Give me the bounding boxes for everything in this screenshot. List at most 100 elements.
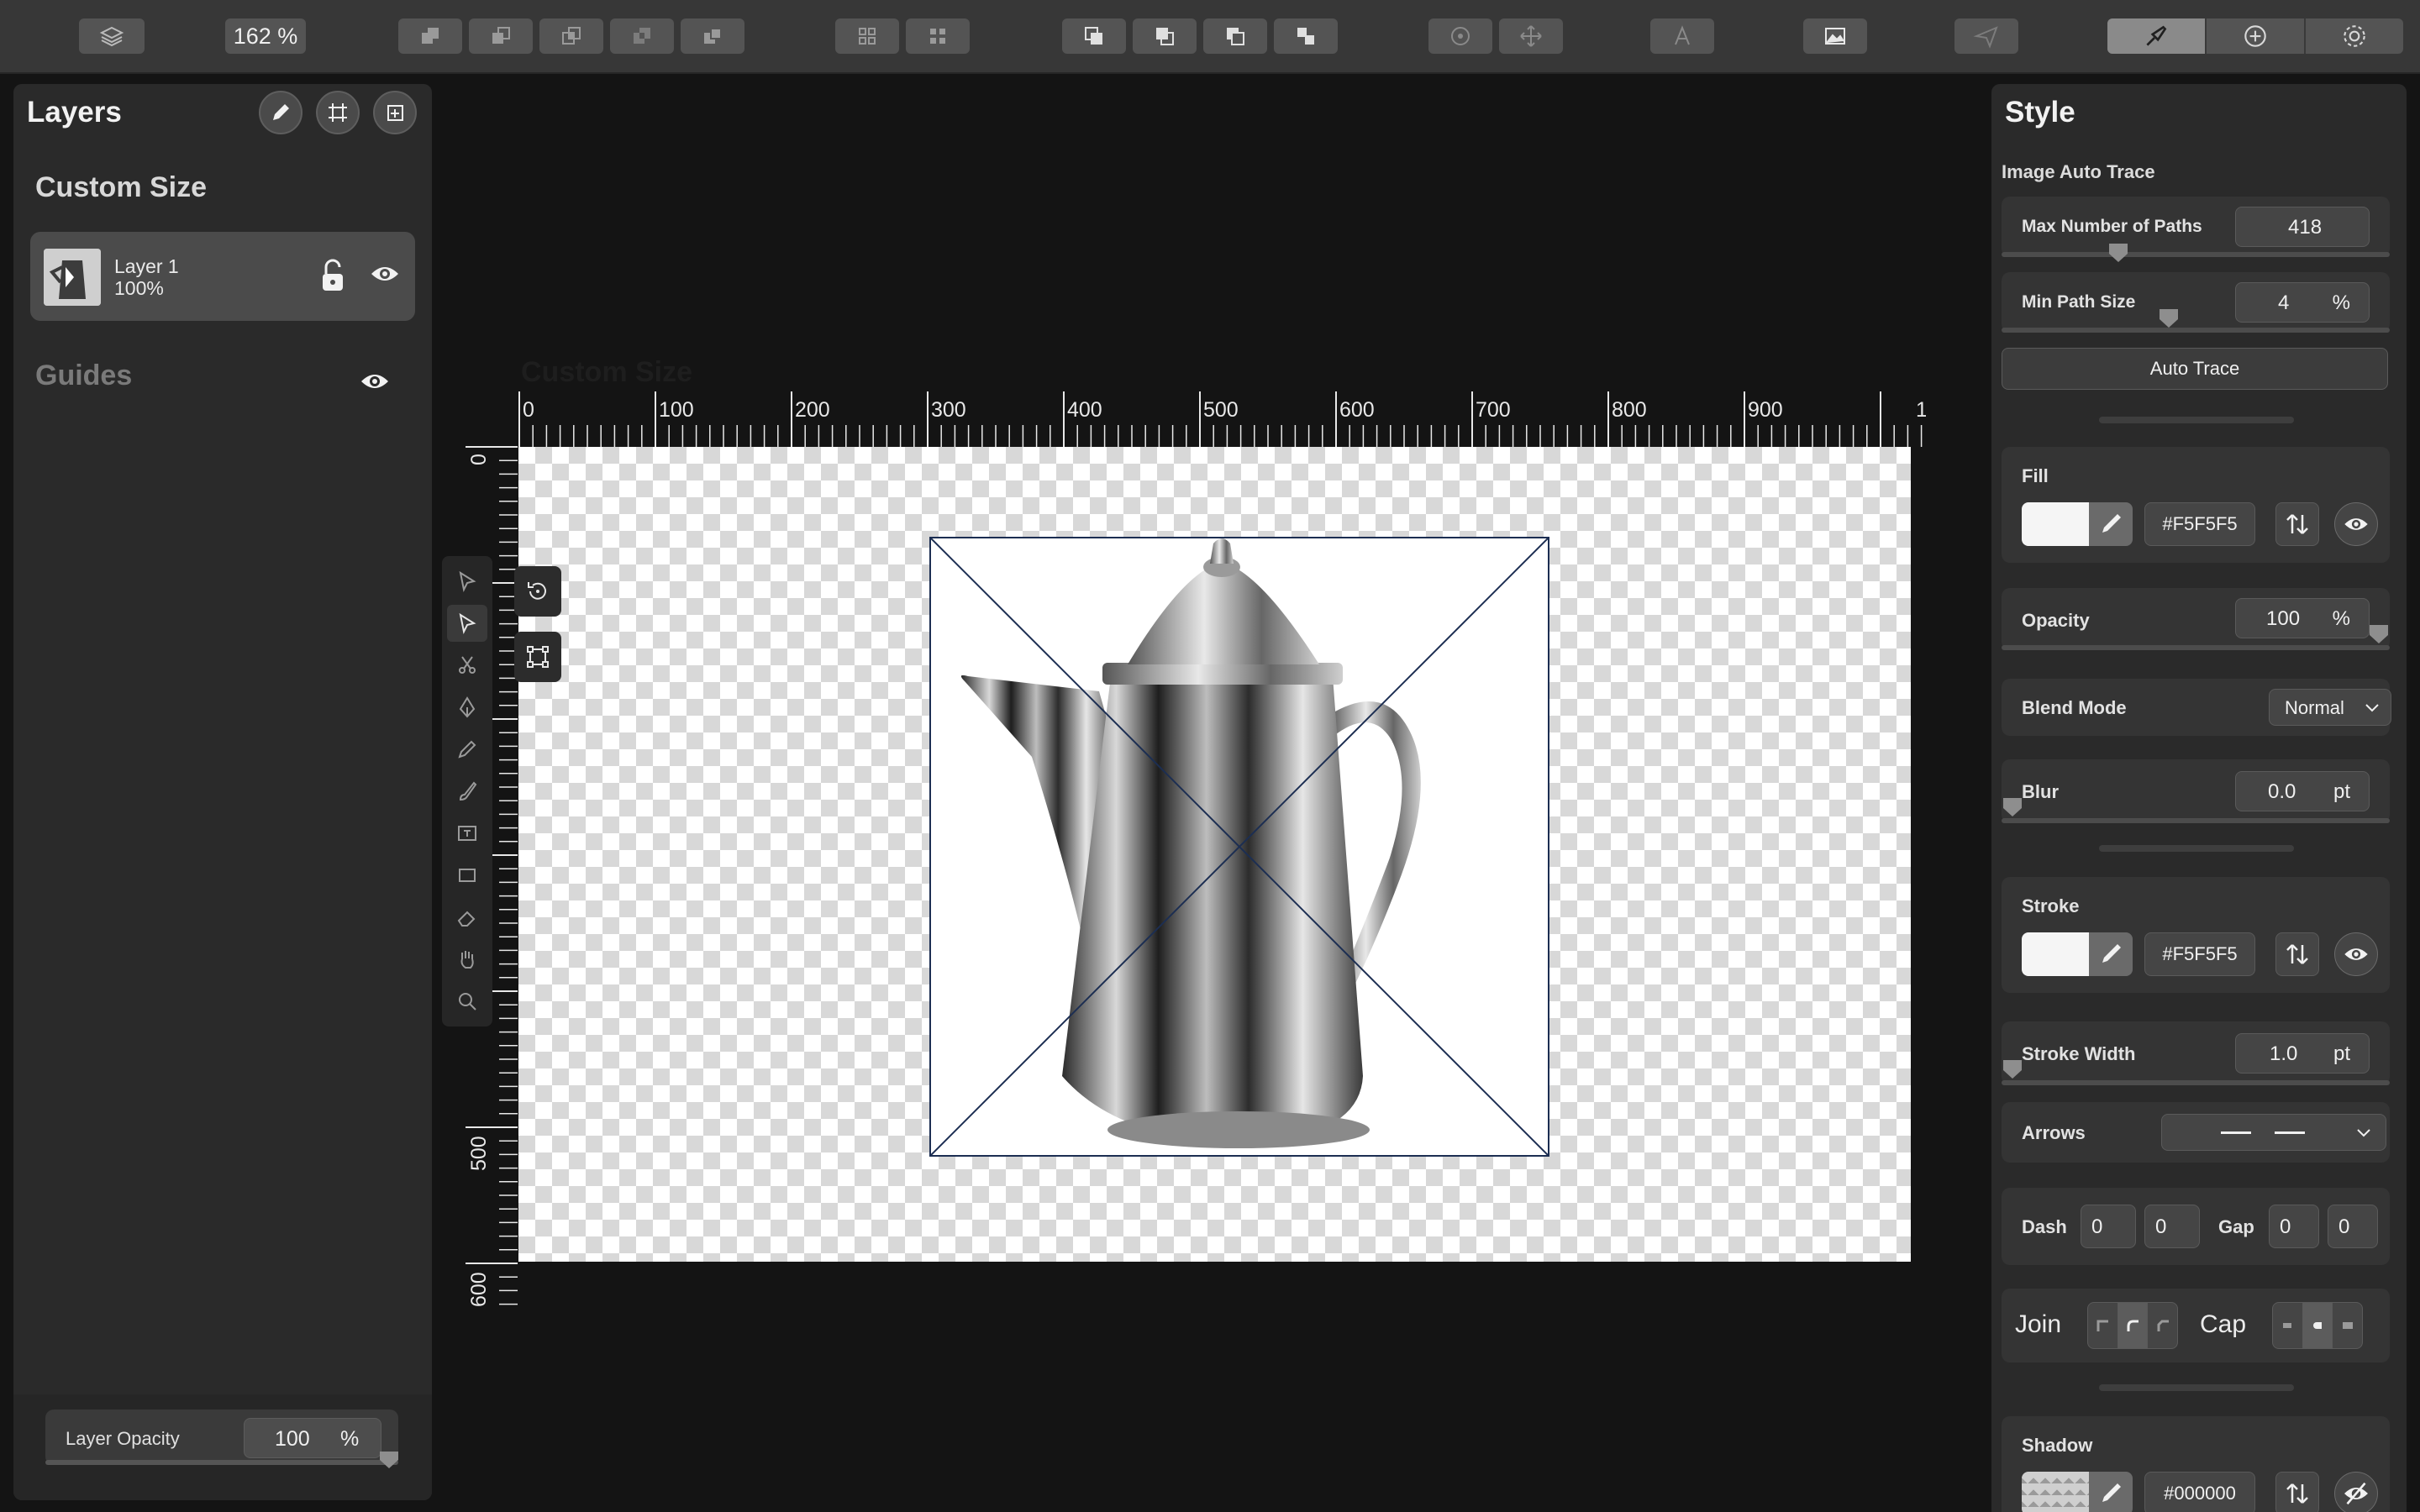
artboard-canvas[interactable] xyxy=(518,447,1911,1262)
max-paths-slider-thumb[interactable] xyxy=(2107,244,2129,262)
layers-toggle-button[interactable] xyxy=(79,18,145,54)
stroke-swap-button[interactable] xyxy=(2275,932,2319,976)
pen-tool[interactable] xyxy=(447,689,487,726)
bring-forward-button[interactable] xyxy=(1133,18,1197,54)
artboard-button[interactable] xyxy=(316,91,360,134)
arrows-select[interactable] xyxy=(2161,1114,2386,1151)
auto-trace-section-label: Image Auto Trace xyxy=(2002,161,2155,182)
ruler-x-label: 500 xyxy=(1203,398,1239,422)
zoom-level[interactable]: 162 % xyxy=(225,18,306,54)
stroke-visibility-button[interactable] xyxy=(2334,932,2378,976)
ruler-y-label: 0 xyxy=(467,454,491,465)
rotate-button[interactable] xyxy=(514,566,561,617)
dash-input-2[interactable]: 0 xyxy=(2144,1205,2200,1248)
stroke-color-swatch[interactable] xyxy=(2022,932,2133,976)
pencil-tool[interactable] xyxy=(447,731,487,768)
stroke-color-preview xyxy=(2022,932,2089,976)
select-tool[interactable] xyxy=(447,563,487,600)
fill-color-swatch[interactable] xyxy=(2022,502,2133,546)
unlock-icon[interactable] xyxy=(318,257,348,294)
stroke-width-input[interactable]: 1.0 pt xyxy=(2235,1033,2370,1074)
fill-hex-input[interactable]: #F5F5F5 xyxy=(2144,502,2255,546)
min-path-size-slider-thumb[interactable] xyxy=(2158,309,2180,328)
swap-vertical-icon xyxy=(2286,1483,2308,1504)
distribute-button[interactable] xyxy=(1499,18,1563,54)
shadow-color-swatch[interactable] xyxy=(2022,1472,2133,1512)
scissors-tool[interactable] xyxy=(447,647,487,684)
add-layer-button[interactable] xyxy=(373,91,417,134)
cap-label: Cap xyxy=(2200,1310,2247,1338)
blur-slider[interactable] xyxy=(2002,818,2390,823)
hand-icon xyxy=(460,951,474,969)
stroke-hex-input[interactable]: #F5F5F5 xyxy=(2144,932,2255,976)
fill-eyedropper-button[interactable] xyxy=(2089,502,2133,546)
layer-opacity-slider-thumb[interactable] xyxy=(378,1452,400,1468)
min-path-size-input[interactable]: 4 % xyxy=(2235,282,2370,323)
join-bevel-option[interactable] xyxy=(2148,1303,2177,1348)
share-button[interactable] xyxy=(1954,18,2018,54)
image-trace-button[interactable] xyxy=(1803,18,1867,54)
rectangle-tool[interactable] xyxy=(447,857,487,894)
max-paths-slider[interactable] xyxy=(2002,252,2390,257)
cap-butt-option[interactable] xyxy=(2273,1303,2303,1348)
boolean-divide-button[interactable] xyxy=(681,18,744,54)
shadow-eyedropper-button[interactable] xyxy=(2089,1472,2133,1512)
fill-visibility-button[interactable] xyxy=(2334,502,2378,546)
boolean-union-button[interactable] xyxy=(398,18,462,54)
boolean-subtract-button[interactable] xyxy=(469,18,533,54)
dash-input-1[interactable]: 0 xyxy=(2081,1205,2136,1248)
text-tool-button[interactable] xyxy=(1650,18,1714,54)
boolean-intersect-button[interactable] xyxy=(539,18,603,54)
group-button[interactable] xyxy=(835,18,899,54)
cap-square-option[interactable] xyxy=(2333,1303,2362,1348)
min-path-size-slider[interactable] xyxy=(2002,328,2390,333)
tab-style[interactable] xyxy=(2107,18,2207,54)
blur-slider-thumb[interactable] xyxy=(2002,798,2023,816)
eraser-tool[interactable] xyxy=(447,899,487,936)
edit-layer-button[interactable] xyxy=(259,91,302,134)
stroke-width-slider[interactable] xyxy=(2002,1080,2390,1085)
placed-image[interactable] xyxy=(929,537,1549,1157)
transform-button[interactable] xyxy=(514,632,561,682)
opacity-slider-thumb[interactable] xyxy=(2368,625,2390,643)
brush-tool[interactable] xyxy=(447,773,487,810)
cap-round-option[interactable] xyxy=(2302,1303,2333,1348)
blend-mode-select[interactable]: Normal xyxy=(2269,689,2391,726)
layer-item[interactable]: Layer 1 100% xyxy=(30,232,415,321)
zoom-tool[interactable] xyxy=(447,983,487,1020)
guides-eye-icon[interactable] xyxy=(360,370,390,393)
opacity-input[interactable]: 100 % xyxy=(2235,598,2370,638)
bring-to-front-button[interactable] xyxy=(1062,18,1126,54)
max-paths-input[interactable]: 418 xyxy=(2235,207,2370,247)
shadow-visibility-button[interactable] xyxy=(2334,1472,2378,1512)
join-round-option[interactable] xyxy=(2118,1303,2149,1348)
hand-tool[interactable] xyxy=(447,941,487,978)
shadow-swap-button[interactable] xyxy=(2275,1472,2319,1512)
text-tool[interactable] xyxy=(447,815,487,852)
fill-swap-button[interactable] xyxy=(2275,502,2319,546)
auto-trace-button[interactable]: Auto Trace xyxy=(2002,348,2388,390)
gap-input-1[interactable]: 0 xyxy=(2269,1205,2319,1248)
blur-input[interactable]: 0.0 pt xyxy=(2235,771,2370,811)
ungroup-button[interactable] xyxy=(906,18,970,54)
tab-add[interactable] xyxy=(2207,18,2306,54)
gap-input-2[interactable]: 0 xyxy=(2328,1205,2378,1248)
eye-icon[interactable] xyxy=(370,262,400,286)
send-to-back-button[interactable] xyxy=(1274,18,1338,54)
align-center-button[interactable] xyxy=(1428,18,1492,54)
shadow-hex-input[interactable]: #000000 xyxy=(2144,1472,2255,1512)
rectangle-icon xyxy=(459,869,476,882)
boolean-exclude-button[interactable] xyxy=(610,18,674,54)
grid-4-icon xyxy=(859,28,876,45)
send-backward-button[interactable] xyxy=(1203,18,1267,54)
opacity-slider[interactable] xyxy=(2002,645,2390,650)
tab-settings[interactable] xyxy=(2306,18,2403,54)
layer-opacity-slider[interactable] xyxy=(45,1460,398,1465)
stroke-eyedropper-button[interactable] xyxy=(2089,932,2133,976)
gap-value-1: 0 xyxy=(2280,1215,2291,1238)
join-miter-option[interactable] xyxy=(2088,1303,2118,1348)
layer-opacity-input[interactable]: 100 % xyxy=(244,1418,381,1458)
stroke-width-unit: pt xyxy=(2333,1042,2350,1065)
direct-select-tool[interactable] xyxy=(447,605,487,642)
stroke-width-slider-thumb[interactable] xyxy=(2002,1060,2023,1079)
